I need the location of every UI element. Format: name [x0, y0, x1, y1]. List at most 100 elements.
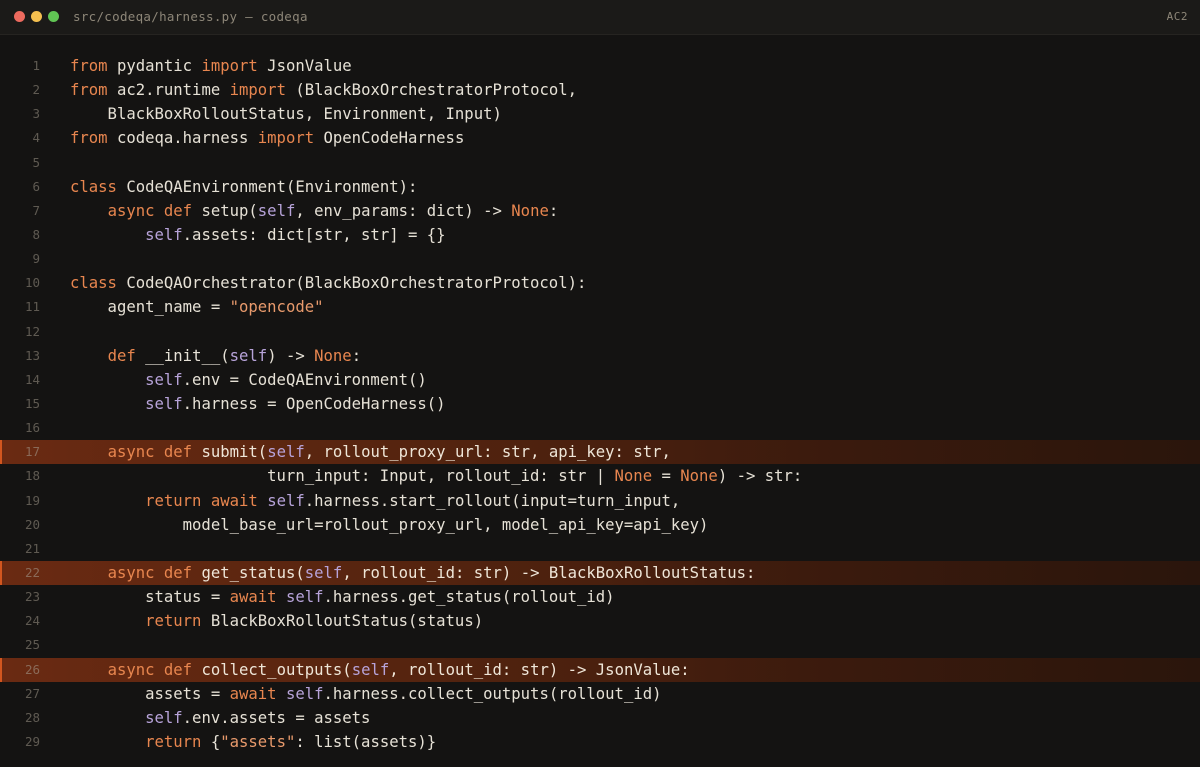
code-token-pl: model_base_url=rollout_proxy_url, model_…: [70, 515, 709, 534]
code-line[interactable]: 11 agent_name = "opencode": [0, 295, 1200, 319]
line-number: 7: [32, 202, 40, 218]
code-token-kw: async: [107, 443, 155, 462]
code-text: def __init__(self) -> None:: [70, 344, 362, 368]
code-line[interactable]: 18 turn_input: Input, rollout_id: str | …: [0, 464, 1200, 488]
code-token-kw: def: [163, 443, 193, 462]
line-number: 4: [32, 130, 40, 146]
code-editor[interactable]: 1 from pydantic import JsonValue 2 from ac2…: [0, 54, 1200, 754]
line-number: 23: [24, 589, 40, 605]
code-line[interactable]: 28 self.env.assets = assets: [0, 706, 1200, 730]
code-line[interactable]: 20 model_base_url=rollout_proxy_url, mod…: [0, 513, 1200, 537]
code-token-pl: .env.assets = assets: [182, 708, 371, 727]
code-line[interactable]: 24 return BlackBoxRolloutStatus(status): [0, 609, 1200, 633]
code-line[interactable]: 14 self.env = CodeQAEnvironment(): [0, 368, 1200, 392]
code-line[interactable]: 19 return await self.harness.start_rollo…: [0, 489, 1200, 513]
line-number: 29: [24, 733, 40, 749]
code-line[interactable]: 3 BlackBoxRolloutStatus, Environment, In…: [0, 102, 1200, 126]
code-token-pl: , env_params: dict) ->: [295, 201, 512, 220]
code-text: async def submit(self, rollout_proxy_url…: [70, 440, 671, 464]
code-token-pl: CodeQAOrchestrator(BlackBoxOrchestratorP…: [116, 274, 587, 293]
code-text: agent_name = "opencode": [70, 295, 324, 319]
code-line[interactable]: 27 assets = await self.harness.collect_o…: [0, 682, 1200, 706]
code-line[interactable]: 2 from ac2.runtime import (BlackBoxOrches…: [0, 78, 1200, 102]
code-token-kw: return: [145, 491, 202, 510]
code-line[interactable]: 9: [0, 247, 1200, 271]
code-text: assets = await self.harness.collect_outp…: [70, 682, 661, 706]
code-line[interactable]: 13 def __init__(self) -> None:: [0, 344, 1200, 368]
line-number: 27: [24, 685, 40, 701]
code-token-self: self: [304, 563, 343, 582]
code-line[interactable]: 5: [0, 151, 1200, 175]
code-line[interactable]: 16: [0, 416, 1200, 440]
code-text: async def setup(self, env_params: dict) …: [70, 199, 559, 223]
line-number: 16: [24, 420, 40, 436]
code-token-kw: def: [163, 201, 193, 220]
code-token-pl: .harness = OpenCodeHarness(): [182, 394, 446, 413]
code-token-kw: import: [201, 57, 258, 75]
code-line[interactable]: 4 from codeqa.harness import OpenCodeHarn…: [0, 126, 1200, 150]
code-line[interactable]: 12: [0, 320, 1200, 344]
code-token-self: self: [267, 443, 305, 462]
maximize-window-icon[interactable]: [48, 11, 59, 22]
code-line[interactable]: 21: [0, 537, 1200, 561]
code-token-kw: async: [107, 563, 155, 582]
code-token-kw: await: [210, 491, 258, 510]
code-line[interactable]: 1 from pydantic import JsonValue: [0, 54, 1200, 78]
close-window-icon[interactable]: [14, 11, 25, 22]
line-number: 17: [24, 444, 40, 460]
code-token-pl: JsonValue: [257, 57, 352, 75]
code-token-pl: codeqa.harness: [107, 129, 258, 148]
minimize-window-icon[interactable]: [31, 11, 42, 22]
code-token-pl: .env = CodeQAEnvironment(): [182, 370, 427, 389]
code-token-kw: def: [163, 563, 193, 582]
code-token-kw: await: [229, 684, 277, 703]
code-line[interactable]: 8 self.assets: dict[str, str] = {}: [0, 223, 1200, 247]
line-number: 14: [24, 371, 40, 387]
code-token-pl: =: [652, 467, 681, 486]
code-token-self: self: [267, 491, 305, 510]
code-text: model_base_url=rollout_proxy_url, model_…: [70, 513, 709, 537]
code-token-self: self: [351, 660, 390, 679]
code-token-pl: {: [201, 732, 221, 751]
line-number: 20: [24, 516, 40, 532]
line-number: 10: [24, 275, 40, 291]
code-token-pl: status =: [70, 588, 230, 607]
highlighted-code-line[interactable]: 26 async def collect_outputs(self, rollo…: [0, 657, 1200, 682]
code-line[interactable]: 6 class CodeQAEnvironment(Environment):: [0, 175, 1200, 199]
code-token-kw: class: [70, 177, 117, 196]
code-token-kw: await: [229, 588, 277, 607]
line-number: 25: [24, 637, 40, 653]
line-number: 5: [32, 154, 40, 170]
code-line[interactable]: 10 class CodeQAOrchestrator(BlackBoxOrche…: [0, 271, 1200, 295]
code-token-self: self: [229, 346, 268, 365]
code-line[interactable]: 29 return {"assets": list(assets)}: [0, 730, 1200, 754]
code-text: class CodeQAOrchestrator(BlackBoxOrchest…: [70, 271, 586, 295]
line-number: 3: [32, 106, 40, 122]
code-text: self.assets: dict[str, str] = {}: [70, 223, 445, 247]
code-token-kw: return: [145, 612, 202, 631]
code-token-pl: assets =: [70, 684, 230, 703]
code-token-pl: agent_name =: [70, 298, 230, 317]
code-line[interactable]: 23 status = await self.harness.get_statu…: [0, 585, 1200, 609]
code-token-pl: ac2.runtime: [107, 81, 230, 100]
highlighted-code-line[interactable]: 22 async def get_status(self, rollout_id…: [0, 560, 1200, 586]
code-token-kw: async: [107, 201, 155, 220]
line-number: 26: [24, 661, 40, 677]
code-text: return await self.harness.start_rollout(…: [70, 489, 680, 513]
code-token-pl: .harness.get_status(rollout_id): [323, 588, 615, 607]
code-token-kw: import: [257, 129, 315, 148]
code-line[interactable]: 7 async def setup(self, env_params: dict…: [0, 199, 1200, 223]
code-token-pl: , rollout_id: str) -> BlackBoxRolloutSta…: [342, 563, 756, 582]
code-text: from ac2.runtime import (BlackBoxOrchest…: [70, 78, 577, 102]
code-line[interactable]: 25: [0, 633, 1200, 657]
line-number: 21: [24, 540, 40, 556]
code-line[interactable]: 15 self.harness = OpenCodeHarness(): [0, 392, 1200, 416]
highlighted-code-line[interactable]: 17 async def submit(self, rollout_proxy_…: [0, 440, 1200, 465]
code-token-pl: (BlackBoxOrchestratorProtocol,: [285, 81, 578, 100]
code-token-pl: CodeQAEnvironment(Environment):: [116, 177, 418, 196]
